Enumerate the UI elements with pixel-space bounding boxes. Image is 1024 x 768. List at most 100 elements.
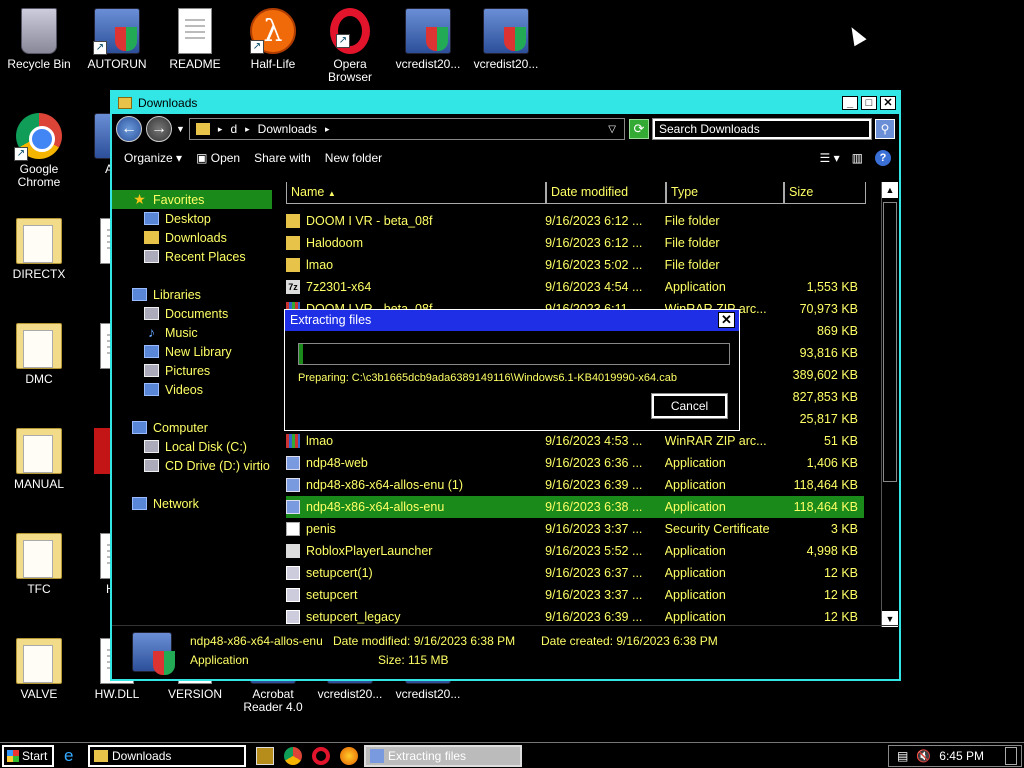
navigation-pane: ★ Favorites Desktop Downloads Recent Pla… — [112, 182, 272, 622]
desktop-icon-directx[interactable]: DIRECTX — [1, 218, 77, 281]
desktop-icon-valve[interactable]: VALVE — [1, 638, 77, 701]
forward-button[interactable]: → — [146, 116, 172, 142]
desktop-icon-manual[interactable]: MANUAL — [1, 428, 77, 491]
nav-recent-places[interactable]: Recent Places — [112, 247, 272, 266]
breadcrumb-item-downloads[interactable]: Downloads — [258, 122, 317, 136]
address-bar-row: ← → ▼ ▸ d ▸ Downloads ▸ ▽ ⟳ Search Downl… — [112, 114, 899, 144]
search-input[interactable]: Search Downloads — [652, 118, 872, 140]
view-options-icon[interactable]: ☰ ▾ — [820, 151, 840, 165]
nav-new-library[interactable]: New Library — [112, 342, 272, 361]
breadcrumb[interactable]: ▸ d ▸ Downloads ▸ ▽ — [188, 118, 625, 140]
help-icon[interactable]: ? — [875, 150, 891, 166]
desktop-icon-google-chrome[interactable]: Google Chrome — [1, 113, 77, 189]
file-row[interactable]: 7z 7z2301-x64 9/16/2023 4:54 ... Applicat… — [286, 276, 864, 298]
minimize-button[interactable]: _ — [842, 96, 858, 110]
column-header-date[interactable]: Date modified — [546, 182, 666, 204]
file-row[interactable]: setupcert(1) 9/16/2023 6:37 ... Applicat… — [286, 562, 864, 584]
search-icon[interactable]: ⚲ — [875, 119, 895, 139]
address-dropdown-icon[interactable]: ▽ — [608, 124, 616, 135]
nav-network[interactable]: Network — [112, 494, 272, 513]
nav-cd-drive[interactable]: CD Drive (D:) virtio — [112, 456, 272, 475]
organize-button[interactable]: Organize ▾ — [124, 151, 182, 165]
file-row[interactable]: Halodoom 9/16/2023 6:12 ... File folder — [286, 232, 864, 254]
close-button[interactable]: ✕ — [880, 96, 896, 110]
nav-computer[interactable]: Computer — [112, 418, 272, 437]
nav-music[interactable]: ♪ Music — [112, 323, 272, 342]
recycle-bin-icon — [21, 8, 57, 54]
file-row[interactable]: lmao 9/16/2023 5:02 ... File folder — [286, 254, 864, 276]
clock[interactable]: 6:45 PM — [939, 749, 984, 763]
refresh-button[interactable]: ⟳ — [629, 119, 649, 139]
videos-icon — [144, 383, 159, 396]
desktop-icon-tfc[interactable]: TFC — [1, 533, 77, 596]
file-row[interactable]: setupcert 9/16/2023 3:37 ... Application… — [286, 584, 864, 606]
file-row[interactable]: penis 9/16/2023 3:37 ... Security Certif… — [286, 518, 864, 540]
chrome-icon[interactable] — [284, 746, 302, 765]
text-file-icon — [178, 8, 212, 54]
file-row[interactable]: lmao 9/16/2023 4:53 ... WinRAR ZIP arc..… — [286, 430, 864, 452]
cd-drive-icon — [144, 459, 159, 472]
installer-icon — [286, 478, 300, 492]
nav-pictures[interactable]: Pictures — [112, 361, 272, 380]
breadcrumb-item-d[interactable]: d — [230, 122, 237, 136]
nav-desktop[interactable]: Desktop — [112, 209, 272, 228]
internet-explorer-icon[interactable]: e — [64, 746, 82, 765]
maximize-button[interactable]: □ — [861, 96, 877, 110]
back-button[interactable]: ← — [116, 116, 142, 142]
open-button[interactable]: ▣ Open — [196, 151, 240, 165]
network-status-icon[interactable]: ▤ — [897, 749, 908, 763]
scroll-up-icon[interactable]: ▲ — [882, 182, 898, 198]
desktop-icon-autorun[interactable]: AUTORUN — [79, 8, 155, 71]
file-row-selected[interactable]: ndp48-x86-x64-allos-enu 9/16/2023 6:38 .… — [286, 496, 864, 518]
recent-pages-dropdown-icon[interactable]: ▼ — [176, 124, 185, 134]
nav-documents[interactable]: Documents — [112, 304, 272, 323]
cancel-button[interactable]: Cancel — [651, 393, 728, 419]
column-header-name[interactable]: Name ▲ — [286, 182, 546, 204]
desktop-icon-vcredist-2[interactable]: vcredist20... — [468, 8, 544, 71]
opera-icon — [330, 8, 370, 54]
opera-icon[interactable] — [312, 746, 330, 765]
command-bar: Organize ▾ ▣ Open Share with New folder … — [112, 144, 899, 172]
desktop-icon-half-life[interactable]: Half-Life — [235, 8, 311, 71]
desktop-icon-recycle-bin[interactable]: Recycle Bin — [1, 8, 77, 71]
nav-favorites[interactable]: ★ Favorites — [112, 190, 272, 209]
taskbar-item-downloads[interactable]: Downloads — [88, 744, 246, 767]
chevron-right-icon[interactable]: ▸ — [325, 124, 330, 135]
scrollbar-thumb[interactable] — [883, 202, 897, 482]
nav-videos[interactable]: Videos — [112, 380, 272, 399]
preview-pane-icon[interactable]: ▥ — [852, 151, 863, 165]
taskbar-item-extracting-files[interactable]: Extracting files — [364, 744, 522, 767]
start-button[interactable]: Start — [2, 744, 54, 767]
desktop-icon-readme[interactable]: README — [157, 8, 233, 71]
show-desktop-button[interactable] — [1005, 746, 1017, 765]
file-row[interactable]: ndp48-x86-x64-allos-enu (1) 9/16/2023 6:… — [286, 474, 864, 496]
share-with-button[interactable]: Share with — [254, 151, 311, 165]
desktop-icon-dmc[interactable]: DMC — [1, 323, 77, 386]
desktop-icon-vcredist-1[interactable]: vcredist20... — [390, 8, 466, 71]
column-header-type[interactable]: Type — [666, 182, 784, 204]
new-folder-button[interactable]: New folder — [325, 151, 382, 165]
file-row[interactable]: DOOM I VR - beta_08f 9/16/2023 6:12 ... … — [286, 210, 864, 232]
firefox-icon[interactable] — [340, 746, 358, 765]
file-row[interactable]: ndp48-web 9/16/2023 6:36 ... Application… — [286, 452, 864, 474]
media-player-icon[interactable] — [256, 746, 274, 765]
extraction-status-text: Preparing: C:\c3b1665dcb9ada6389149116\W… — [298, 372, 677, 384]
music-icon: ♪ — [148, 324, 155, 340]
volume-muted-icon[interactable]: 🔇 — [916, 749, 931, 763]
nav-libraries[interactable]: Libraries — [112, 285, 272, 304]
file-row[interactable]: RobloxPlayerLauncher 9/16/2023 5:52 ... … — [286, 540, 864, 562]
folder-icon — [286, 236, 300, 250]
vcredist-installer-icon — [483, 8, 529, 54]
nav-downloads[interactable]: Downloads — [112, 228, 272, 247]
desktop-icon-opera[interactable]: Opera Browser — [312, 8, 388, 84]
chevron-right-icon[interactable]: ▸ — [218, 124, 223, 135]
dialog-close-icon[interactable]: ✕ — [718, 312, 735, 328]
dialog-titlebar[interactable]: Extracting files ✕ — [285, 310, 739, 331]
explorer-titlebar[interactable]: Downloads _ □ ✕ — [112, 92, 899, 114]
column-header-size[interactable]: Size — [784, 182, 866, 204]
chevron-right-icon[interactable]: ▸ — [245, 124, 250, 135]
documents-icon — [144, 307, 159, 320]
vertical-scrollbar[interactable]: ▲ ▼ — [881, 182, 898, 627]
nav-local-disk[interactable]: Local Disk (C:) — [112, 437, 272, 456]
folder-icon — [195, 123, 210, 135]
